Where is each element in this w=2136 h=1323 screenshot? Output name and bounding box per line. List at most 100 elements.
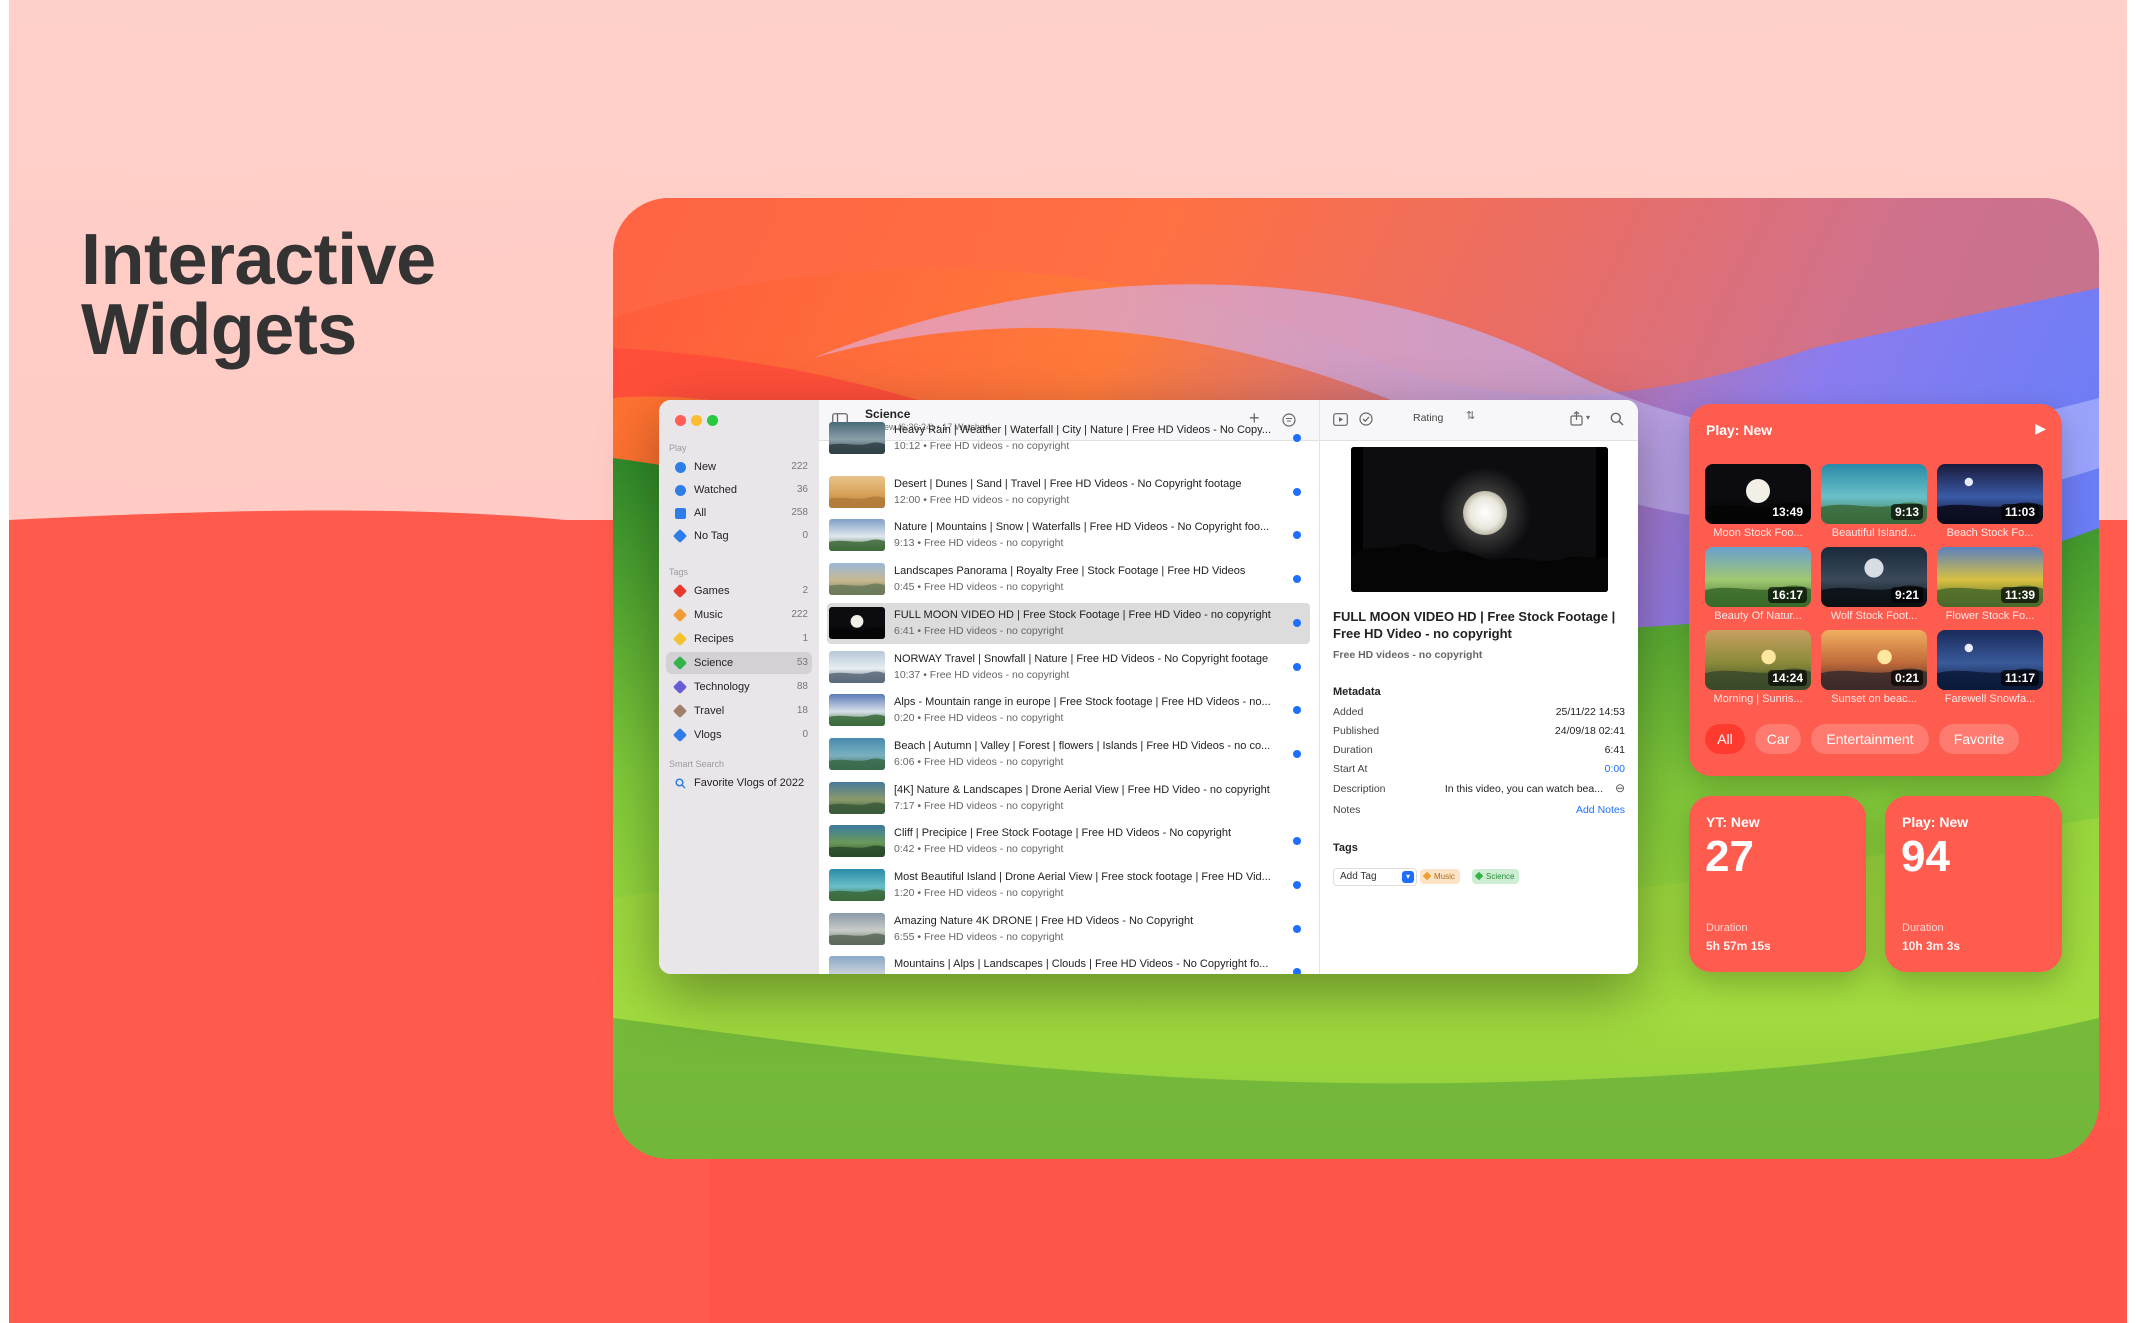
sidebar-item-new[interactable]: New 222: [666, 456, 812, 478]
tag-chip-music[interactable]: Music: [1420, 869, 1460, 884]
chevron-down-icon[interactable]: ▾: [1586, 413, 1590, 422]
sidebar-item-music[interactable]: Music 222: [666, 604, 812, 626]
video-row[interactable]: Desert | Dunes | Sand | Travel | Free HD…: [827, 472, 1310, 513]
video-preview[interactable]: [1351, 447, 1608, 592]
filter-chip-favorite[interactable]: Favorite: [1939, 724, 2019, 754]
sidebar-item-label: Favorite Vlogs of 2022: [694, 777, 805, 789]
sidebar-item-technology[interactable]: Technology 88: [666, 676, 812, 698]
video-row[interactable]: [4K] Nature & Landscapes | Drone Aerial …: [827, 778, 1310, 819]
filter-chip-all[interactable]: All: [1705, 724, 1745, 754]
video-row[interactable]: Nature | Mountains | Snow | Waterfalls |…: [827, 515, 1310, 556]
widget-yt-new[interactable]: YT: New 27 Duration 5h 57m 15s: [1689, 796, 1866, 972]
video-thumbnail: [829, 956, 885, 974]
unwatched-dot-icon: [1293, 434, 1301, 442]
filter-chip-car[interactable]: Car: [1755, 724, 1801, 754]
sidebar-item-recipes[interactable]: Recipes 1: [666, 628, 812, 650]
meta-added: Added 25/11/22 14:53: [1333, 706, 1625, 724]
tile-caption: Flower Stock Fo...: [1945, 610, 2035, 622]
start-at-value[interactable]: 0:00: [1605, 763, 1625, 775]
sidebar-item-favorite-vlogs[interactable]: Favorite Vlogs of 2022: [666, 772, 812, 794]
video-subtitle: 6:06 • Free HD videos - no copyright: [894, 755, 1064, 768]
tile-duration: 11:39: [2000, 587, 2039, 603]
widget-video-tile[interactable]: 9:13: [1821, 464, 1927, 524]
widget-play-new-small[interactable]: Play: New 94 Duration 10h 3m 3s: [1885, 796, 2062, 972]
widget-video-tile[interactable]: 11:03: [1937, 464, 2043, 524]
widget-video-tile[interactable]: 9:21: [1821, 547, 1927, 607]
video-row[interactable]: FULL MOON VIDEO HD | Free Stock Footage …: [827, 602, 1310, 644]
channel-name: Free HD videos - no copyright: [1333, 649, 1483, 661]
widget-play-new-large[interactable]: Play: New ▶ 13:49 Moon Stock Foo... 9:13 Be…: [1689, 404, 2062, 776]
video-row[interactable]: Amazing Nature 4K DRONE | Free HD Videos…: [827, 909, 1310, 950]
more-icon[interactable]: ⊖: [1615, 781, 1625, 795]
add-notes-link[interactable]: Add Notes: [1576, 804, 1625, 816]
widget-video-tile[interactable]: 13:49: [1705, 464, 1811, 524]
filter-chip-entertainment[interactable]: Entertainment: [1811, 724, 1929, 754]
video-row[interactable]: Most Beautiful Island | Drone Aerial Vie…: [827, 865, 1310, 906]
share-icon[interactable]: [1570, 411, 1583, 426]
magnifier-icon: [675, 778, 686, 789]
add-tag-select[interactable]: Add Tag ▾: [1333, 868, 1417, 886]
sidebar-item-count: 0: [802, 729, 808, 740]
video-title: Landscapes Panorama | Royalty Free | Sto…: [894, 565, 1246, 578]
video-row[interactable]: Mountains | Alps | Landscapes | Clouds |…: [827, 952, 1310, 974]
play-icon[interactable]: ▶: [2035, 420, 2046, 437]
sidebar-item-science[interactable]: Science 53: [666, 652, 812, 674]
video-title: Most Beautiful Island | Drone Aerial Vie…: [894, 871, 1271, 883]
tag-chip-science[interactable]: Science: [1472, 869, 1520, 884]
sidebar-item-all[interactable]: All 258: [666, 502, 812, 524]
minimize-button[interactable]: [691, 415, 702, 426]
widget-video-tile[interactable]: 0:21: [1821, 630, 1927, 690]
widget-video-tile[interactable]: 11:17: [1937, 630, 2043, 690]
tag-chip-label: Science: [1486, 872, 1515, 881]
meta-value: 24/09/18 02:41: [1554, 725, 1625, 737]
video-subtitle: 12:00 • Free HD videos - no copyright: [894, 493, 1070, 506]
unwatched-dot-icon: [1293, 837, 1301, 846]
video-subtitle: 6:55 • Free HD videos - no copyright: [894, 930, 1064, 943]
video-subtitle: 10:12 • Free HD videos - no copyright: [894, 440, 1070, 452]
play-window-icon[interactable]: [1333, 413, 1348, 426]
meta-value: 6:41: [1604, 744, 1625, 756]
video-row[interactable]: NORWAY Travel | Snowfall | Nature | Free…: [827, 647, 1310, 688]
sidebar-item-watched[interactable]: Watched 36: [666, 479, 812, 501]
widget-count: 94: [1901, 832, 1950, 881]
meta-published: Published 24/09/18 02:41: [1333, 725, 1625, 743]
headline-line-2: Widgets: [81, 290, 357, 370]
tile-caption: Sunset on beac...: [1831, 693, 1917, 705]
sidebar-item-vlogs[interactable]: Vlogs 0: [666, 724, 812, 746]
zoom-button[interactable]: [707, 415, 718, 426]
video-row[interactable]: Beach | Autumn | Valley | Forest | flowe…: [827, 734, 1310, 775]
app-window: Play New 222 Watched 36 All 258 No Tag 0…: [659, 400, 1638, 974]
widget-video-tile[interactable]: 11:39: [1937, 547, 2043, 607]
sidebar-item-count: 2: [802, 585, 808, 596]
search-icon[interactable]: [1610, 412, 1624, 426]
sidebar-item-travel[interactable]: Travel 18: [666, 700, 812, 722]
video-thumbnail: [829, 694, 885, 727]
sidebar-item-count: 53: [796, 657, 808, 668]
video-thumbnail: [829, 869, 885, 901]
sidebar-item-count: 18: [796, 705, 808, 716]
video-row[interactable]: Alps - Mountain range in europe | Free S…: [827, 690, 1310, 731]
video-row[interactable]: Cliff | Precipice | Free Stock Footage |…: [827, 821, 1310, 862]
chevron-updown-icon[interactable]: ⇅: [1466, 409, 1475, 422]
widget-video-tile[interactable]: 16:17: [1705, 547, 1811, 607]
watched-check-icon[interactable]: [1359, 412, 1373, 426]
video-thumbnail: [829, 825, 885, 858]
meta-key: Notes: [1333, 804, 1361, 816]
tag-icon: [672, 583, 688, 599]
sidebar-item-count: 222: [791, 461, 808, 472]
widget-title: Play: New: [1706, 422, 1773, 438]
unwatched-dot-icon: [1293, 662, 1301, 671]
sidebar-item-count: 1: [802, 633, 808, 644]
meta-value: 25/11/22 14:53: [1555, 706, 1625, 718]
video-row[interactable]: Heavy Rain | Weather | Waterfall | City …: [827, 418, 1310, 459]
sidebar-item-no-tag[interactable]: No Tag 0: [666, 525, 812, 547]
widget-video-tile[interactable]: 14:24: [1705, 630, 1811, 690]
unwatched-dot-icon: [1293, 618, 1301, 627]
close-button[interactable]: [675, 415, 686, 426]
unwatched-dot-icon: [1293, 881, 1301, 889]
video-row[interactable]: Landscapes Panorama | Royalty Free | Sto…: [827, 559, 1310, 600]
sort-select[interactable]: Rating: [1413, 412, 1443, 424]
full-moon-thumbnail: [1351, 447, 1608, 592]
description-value: In this video, you can watch bea...: [1444, 783, 1603, 795]
sidebar-item-games[interactable]: Games 2: [666, 580, 812, 602]
